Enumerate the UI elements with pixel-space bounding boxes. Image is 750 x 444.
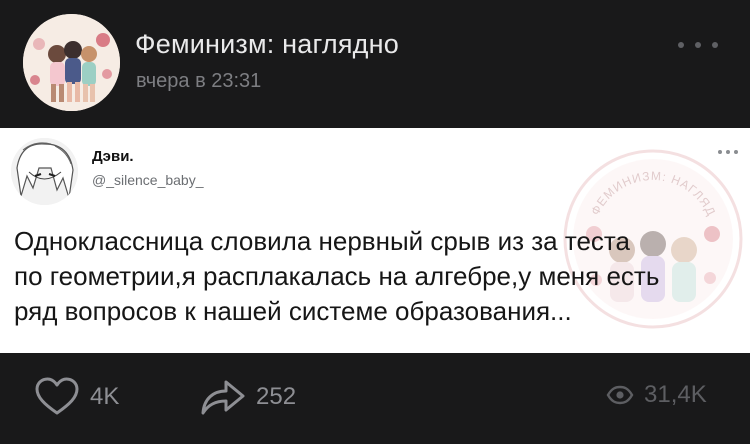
views-count: 31,4K <box>644 381 707 408</box>
share-button[interactable]: 252 <box>200 379 296 415</box>
dot <box>695 42 701 48</box>
more-dots-icon[interactable] <box>678 38 718 52</box>
post-timestamp: вчера в 23:31 <box>136 70 262 92</box>
heart-icon <box>35 377 79 415</box>
eye-icon <box>606 385 634 405</box>
like-count: 4K <box>90 383 120 410</box>
share-count: 252 <box>256 383 297 410</box>
community-avatar[interactable] <box>23 14 120 111</box>
tweet-screenshot: Дэви. @_silence_baby_ ФЕМИНИЗМ: НАГЛЯДНО… <box>0 128 750 353</box>
tweet-text: Одноклассница словила нервный срыв из за… <box>14 224 734 329</box>
like-button[interactable]: 4K <box>34 377 120 415</box>
tweet-text-line: ряд вопросов к нашей системе образования… <box>14 296 572 326</box>
tweet-author-handle: @_silence_baby_ <box>92 172 204 188</box>
tweet-author-avatar <box>11 138 78 205</box>
tweet-text-line: Одноклассница словила нервный срыв из за… <box>14 226 631 256</box>
tweet-author-name: Дэви. <box>92 148 134 165</box>
anime-avatar-illustration <box>11 138 78 205</box>
community-avatar-illustration <box>23 14 120 111</box>
post-actions-bar: 4K 252 31,4K <box>0 353 750 444</box>
dot <box>678 42 684 48</box>
dot <box>712 42 718 48</box>
community-name[interactable]: Феминизм: наглядно <box>135 29 399 60</box>
tweet-text-line: по геометрии,я расплакалась на алгебре,у… <box>14 261 660 291</box>
views-counter: 31,4K <box>606 381 707 409</box>
post-header: Феминизм: наглядно вчера в 23:31 <box>0 0 750 128</box>
share-arrow-icon <box>201 380 245 415</box>
